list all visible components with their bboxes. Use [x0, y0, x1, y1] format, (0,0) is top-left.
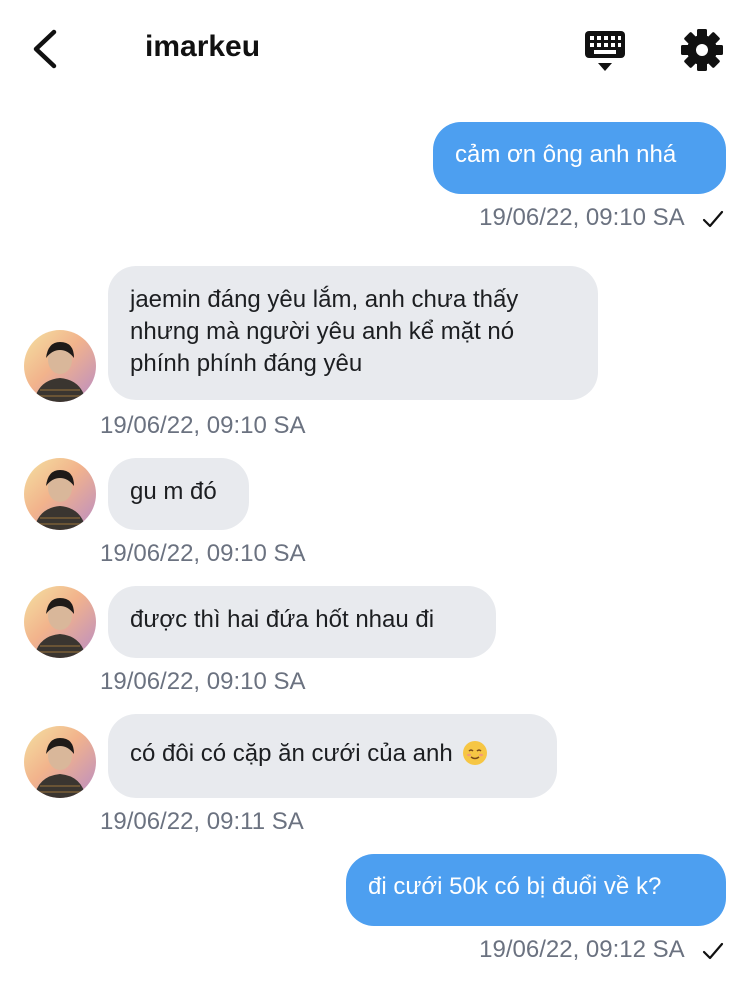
message-timestamp: 19/06/22, 09:10 SA [100, 412, 306, 439]
gear-icon [681, 29, 723, 71]
settings-button[interactable] [678, 26, 726, 74]
message-text: gu m đó [130, 478, 217, 505]
message-timestamp: 19/06/22, 09:10 SA [479, 204, 724, 232]
incoming-message-bubble[interactable]: jaemin đáng yêu lắm, anh chưa thấy nhưng… [108, 266, 598, 400]
conversation-title[interactable]: imarkeu [145, 30, 260, 64]
incoming-message-bubble[interactable]: được thì hai đứa hốt nhau đi [108, 586, 496, 658]
person-avatar-image [34, 470, 86, 530]
check-icon [702, 210, 724, 227]
message-text: cảm ơn ông anh nhá [455, 141, 677, 168]
avatar[interactable] [24, 726, 96, 798]
avatar[interactable] [24, 330, 96, 402]
message-timestamp: 19/06/22, 09:11 SA [100, 808, 304, 835]
incoming-message-bubble[interactable]: có đôi có cặp ăn cưới của anh [108, 714, 557, 798]
person-avatar-image [34, 598, 86, 658]
person-avatar-image [34, 738, 86, 798]
avatar[interactable] [24, 458, 96, 530]
outgoing-message-bubble[interactable]: cảm ơn ông anh nhá [433, 122, 726, 194]
message-text: jaemin đáng yêu lắm, anh chưa thấy nhưng… [130, 286, 519, 377]
keyboard-button[interactable] [582, 28, 628, 74]
outgoing-message-bubble[interactable]: đi cưới 50k có bị đuổi về k? [346, 854, 726, 926]
chevron-left-icon [33, 29, 57, 69]
message-timestamp: 19/06/22, 09:12 SA [479, 936, 724, 964]
avatar[interactable] [24, 586, 96, 658]
incoming-message-bubble[interactable]: gu m đó [108, 458, 249, 530]
chat-header: imarkeu [0, 0, 750, 100]
keyboard-icon [585, 31, 625, 71]
message-text: có đôi có cặp ăn cưới của anh [130, 740, 453, 767]
message-text: được thì hai đứa hốt nhau đi [130, 606, 435, 633]
back-button[interactable] [28, 26, 68, 72]
relieved-face-emoji [463, 741, 488, 765]
person-avatar-image [34, 342, 86, 402]
message-timestamp: 19/06/22, 09:10 SA [100, 540, 306, 567]
message-timestamp: 19/06/22, 09:10 SA [100, 668, 306, 695]
message-text: đi cưới 50k có bị đuổi về k? [368, 873, 662, 900]
check-icon [702, 942, 724, 959]
